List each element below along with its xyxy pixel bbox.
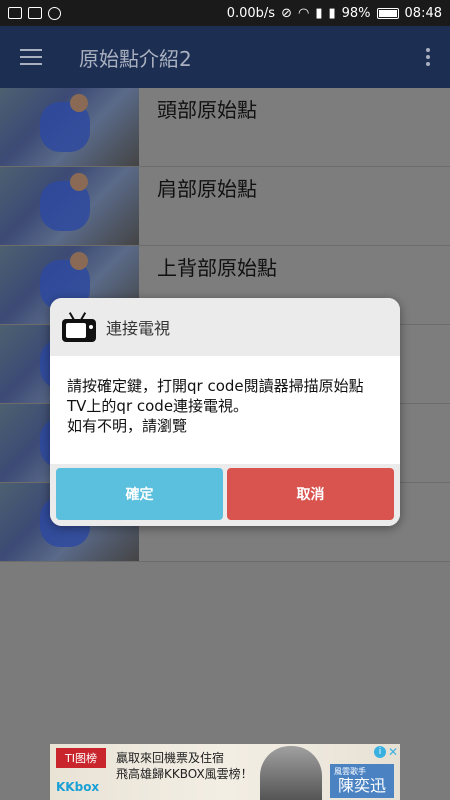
video-thumbnail bbox=[0, 167, 139, 245]
ad-banner[interactable]: TI图榜 KKbox 贏取來回機票及住宿 飛高雄歸KKBOX風雲榜！ 風雲歌手 … bbox=[50, 744, 400, 800]
ad-text-line: 贏取來回機票及住宿 bbox=[116, 751, 225, 765]
hamburger-menu-icon[interactable] bbox=[20, 49, 42, 65]
dialog-message-line: TV上的qr code連接電視。 bbox=[67, 397, 249, 415]
ad-logo-bottom: KKbox bbox=[56, 780, 100, 794]
ad-artist-badge: 風雲歌手 陳奕迅 bbox=[330, 764, 394, 798]
battery-percent: 98% bbox=[341, 5, 371, 21]
signal-icon-2: ▮ bbox=[328, 5, 336, 21]
confirm-button[interactable]: 確定 bbox=[56, 468, 223, 520]
ad-logo-top: TI图榜 bbox=[56, 748, 106, 768]
ad-close-icon[interactable]: ✕ bbox=[388, 745, 398, 759]
dialog-message-line: 如有不明，請瀏覽 bbox=[67, 417, 188, 435]
tv-icon bbox=[62, 312, 96, 342]
wifi-icon: ◠ bbox=[297, 5, 310, 21]
image-notification-icon bbox=[8, 7, 22, 19]
dialog-message-line: 請按確定鍵，打開qr code閱讀器掃描原始點 bbox=[67, 377, 364, 395]
ad-badge-caption: 風雲歌手 bbox=[334, 767, 366, 776]
app-bar: 原始點介紹2 bbox=[0, 26, 450, 88]
status-bar: 0.00b/s ⊘ ◠ ▮ ▮ 98% 08:48 bbox=[0, 0, 450, 26]
signal-icon: ▮ bbox=[315, 5, 323, 21]
ad-logo: TI图榜 KKbox bbox=[56, 748, 106, 794]
video-thumbnail bbox=[0, 88, 139, 166]
ad-info-icon[interactable]: i bbox=[374, 746, 386, 758]
network-speed: 0.00b/s bbox=[226, 5, 276, 21]
cancel-button[interactable]: 取消 bbox=[227, 468, 394, 520]
connect-tv-dialog: 連接電視 請按確定鍵，打開qr code閱讀器掃描原始點 TV上的qr code… bbox=[50, 298, 400, 526]
dialog-title: 連接電視 bbox=[106, 319, 171, 338]
list-item-label: 肩部原始點 bbox=[157, 177, 257, 201]
dialog-message: 請按確定鍵，打開qr code閱讀器掃描原始點 TV上的qr code連接電視。… bbox=[50, 356, 400, 464]
ad-text: 贏取來回機票及住宿 飛高雄歸KKBOX風雲榜！ bbox=[116, 750, 253, 782]
battery-icon bbox=[376, 7, 399, 19]
page-title: 原始點介紹2 bbox=[79, 46, 192, 71]
list-item-label: 上背部原始點 bbox=[157, 256, 277, 280]
overflow-menu-icon[interactable] bbox=[426, 48, 430, 66]
list-item[interactable]: 頭部原始點 bbox=[0, 88, 450, 167]
ad-text-line: 飛高雄歸KKBOX風雲榜！ bbox=[116, 767, 253, 781]
list-item-label: 頭部原始點 bbox=[157, 98, 257, 122]
ad-person-image bbox=[260, 746, 322, 800]
app-notification-icon bbox=[28, 7, 42, 19]
dialog-actions: 確定 取消 bbox=[50, 464, 400, 526]
clock: 08:48 bbox=[404, 5, 442, 21]
mute-icon: ⊘ bbox=[281, 5, 292, 21]
smiley-notification-icon bbox=[48, 6, 61, 20]
dialog-header: 連接電視 bbox=[50, 298, 400, 356]
list-item[interactable]: 肩部原始點 bbox=[0, 167, 450, 246]
